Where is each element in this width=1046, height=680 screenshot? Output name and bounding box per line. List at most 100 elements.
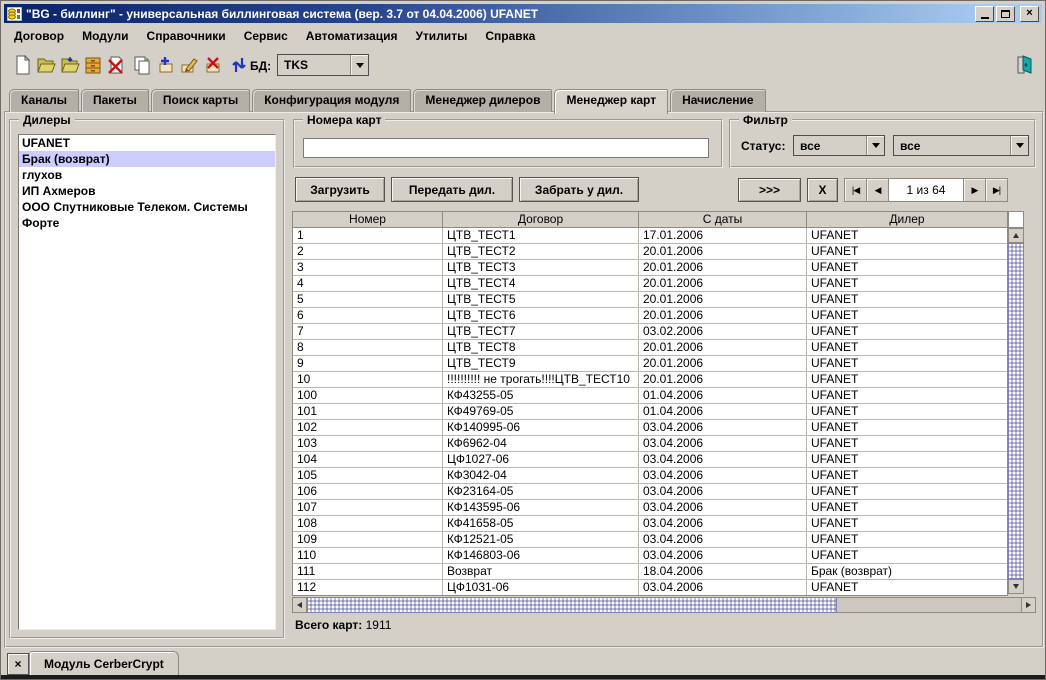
- cell-number: 3: [293, 260, 443, 276]
- table-row[interactable]: 5 ЦТВ_ТЕСТ5 20.01.2006 UFANET: [293, 292, 1007, 308]
- cell-contract: Возврат: [443, 564, 639, 580]
- status-combobox[interactable]: все: [793, 135, 885, 156]
- tab[interactable]: Конфигурация модуля: [252, 89, 411, 112]
- menu-item[interactable]: Справочники: [138, 26, 235, 47]
- minimize-button[interactable]: [975, 6, 994, 22]
- last-page-button[interactable]: ▶|: [986, 179, 1007, 201]
- close-icon: ×: [1026, 8, 1032, 19]
- card-file-icon[interactable]: [81, 53, 105, 77]
- table-row[interactable]: 7 ЦТВ_ТЕСТ7 03.02.2006 UFANET: [293, 324, 1007, 340]
- table-row[interactable]: 110 КФ146803-06 03.04.2006 UFANET: [293, 548, 1007, 564]
- tab[interactable]: Каналы: [9, 89, 79, 112]
- table-row[interactable]: 109 КФ12521-05 03.04.2006 UFANET: [293, 532, 1007, 548]
- table-row[interactable]: 105 КФ3042-04 03.04.2006 UFANET: [293, 468, 1007, 484]
- table-row[interactable]: 108 КФ41658-05 03.04.2006 UFANET: [293, 516, 1007, 532]
- column-header[interactable]: Дилер: [807, 212, 1007, 227]
- column-header[interactable]: Договор: [443, 212, 639, 227]
- delete-document-icon[interactable]: [104, 53, 128, 77]
- table-row[interactable]: 107 КФ143595-06 03.04.2006 UFANET: [293, 500, 1007, 516]
- dealer-list-item[interactable]: Брак (возврат): [19, 151, 275, 167]
- bottom-tab-bar: × Модуль CerberCrypt: [1, 649, 1045, 677]
- horizontal-scrollbar[interactable]: [292, 597, 1036, 613]
- expand-button[interactable]: >>>: [738, 178, 801, 202]
- dealer-list-item[interactable]: глухов: [19, 167, 275, 183]
- edit-card-icon[interactable]: [177, 53, 201, 77]
- app-icon[interactable]: [7, 7, 22, 21]
- menu-item[interactable]: Договор: [5, 26, 73, 47]
- menu-item[interactable]: Справка: [476, 26, 544, 47]
- table-row[interactable]: 112 ЦФ1031-06 03.04.2006 UFANET: [293, 580, 1007, 596]
- tab[interactable]: Начисление: [670, 89, 766, 112]
- copy-document-icon[interactable]: [130, 53, 154, 77]
- add-card-icon[interactable]: [154, 53, 178, 77]
- horizontal-scrollbar-thumb[interactable]: [307, 597, 837, 613]
- dealer-list-item[interactable]: UFANET: [19, 135, 275, 151]
- cell-dealer: UFANET: [807, 500, 1007, 516]
- table-row[interactable]: 4 ЦТВ_ТЕСТ4 20.01.2006 UFANET: [293, 276, 1007, 292]
- type-combobox[interactable]: все: [893, 135, 1029, 156]
- first-page-button[interactable]: |◀: [845, 179, 867, 201]
- cell-dealer: UFANET: [807, 244, 1007, 260]
- table-row[interactable]: 10 !!!!!!!!!! не трогать!!!!ЦТВ_ТЕСТ10 2…: [293, 372, 1007, 388]
- previous-page-button[interactable]: ◀: [867, 179, 889, 201]
- table-row[interactable]: 1 ЦТВ_ТЕСТ1 17.01.2006 UFANET: [293, 228, 1007, 244]
- tab[interactable]: Менеджер карт: [554, 89, 668, 114]
- module-close-button[interactable]: ×: [7, 653, 29, 675]
- table-row[interactable]: 9 ЦТВ_ТЕСТ9 20.01.2006 UFANET: [293, 356, 1007, 372]
- scroll-right-button[interactable]: [1021, 597, 1036, 613]
- table-row[interactable]: 6 ЦТВ_ТЕСТ6 20.01.2006 UFANET: [293, 308, 1007, 324]
- table-row[interactable]: 102 КФ140995-06 03.04.2006 UFANET: [293, 420, 1007, 436]
- filter-group-title: Фильтр: [739, 113, 792, 127]
- table-row[interactable]: 106 КФ23164-05 03.04.2006 UFANET: [293, 484, 1007, 500]
- vertical-scrollbar-thumb[interactable]: [1008, 243, 1024, 579]
- cell-dealer: UFANET: [807, 340, 1007, 356]
- cell-dealer: UFANET: [807, 228, 1007, 244]
- db-combobox[interactable]: TKS: [277, 54, 369, 76]
- next-page-button[interactable]: ▶: [964, 179, 986, 201]
- column-header[interactable]: Номер: [293, 212, 443, 227]
- scroll-left-button[interactable]: [292, 597, 307, 613]
- maximize-button[interactable]: [996, 6, 1015, 22]
- table-row[interactable]: 101 КФ49769-05 01.04.2006 UFANET: [293, 404, 1007, 420]
- table-row[interactable]: 111 Возврат 18.04.2006 Брак (возврат): [293, 564, 1007, 580]
- load-button[interactable]: Загрузить: [295, 177, 385, 202]
- status-label: Статус:: [741, 139, 785, 153]
- exit-icon[interactable]: [1013, 53, 1037, 77]
- new-document-icon[interactable]: [11, 53, 35, 77]
- table-row[interactable]: 3 ЦТВ_ТЕСТ3 20.01.2006 UFANET: [293, 260, 1007, 276]
- cell-date: 20.01.2006: [639, 356, 807, 372]
- tab[interactable]: Менеджер дилеров: [413, 89, 552, 112]
- transfer-to-dealer-button[interactable]: Передать дил.: [391, 177, 513, 202]
- column-header[interactable]: С даты: [639, 212, 807, 227]
- cell-contract: ЦТВ_ТЕСТ3: [443, 260, 639, 276]
- scroll-up-button[interactable]: [1008, 228, 1024, 243]
- menu-item[interactable]: Сервис: [235, 26, 297, 47]
- scroll-down-button[interactable]: [1008, 579, 1024, 594]
- menu-item[interactable]: Модули: [73, 26, 137, 47]
- take-from-dealer-button[interactable]: Забрать у дил.: [519, 177, 639, 202]
- card-numbers-input[interactable]: [303, 138, 709, 158]
- page-indicator[interactable]: 1 из 64: [889, 179, 964, 201]
- card-numbers-group-title: Номера карт: [303, 113, 385, 127]
- dealer-list-item[interactable]: ИП Ахмеров: [19, 183, 275, 199]
- table-row[interactable]: 103 КФ6962-04 03.04.2006 UFANET: [293, 436, 1007, 452]
- refresh-icon[interactable]: [227, 53, 251, 77]
- dealer-list-item[interactable]: ООО Спутниковые Телеком. Системы: [19, 199, 275, 215]
- vertical-scrollbar[interactable]: [1008, 228, 1024, 594]
- menu-bar: ДоговорМодулиСправочникиСервисАвтоматиза…: [5, 26, 544, 47]
- import-folder-icon[interactable]: [58, 53, 82, 77]
- table-row[interactable]: 104 ЦФ1027-06 03.04.2006 UFANET: [293, 452, 1007, 468]
- clear-button[interactable]: X: [807, 178, 838, 202]
- open-folder-icon[interactable]: [34, 53, 58, 77]
- close-button[interactable]: ×: [1020, 6, 1039, 22]
- tab[interactable]: Поиск карты: [151, 89, 250, 112]
- remove-card-icon[interactable]: [201, 53, 225, 77]
- dealer-list-item[interactable]: Форте: [19, 215, 275, 231]
- table-row[interactable]: 8 ЦТВ_ТЕСТ8 20.01.2006 UFANET: [293, 340, 1007, 356]
- table-row[interactable]: 2 ЦТВ_ТЕСТ2 20.01.2006 UFANET: [293, 244, 1007, 260]
- menu-item[interactable]: Утилиты: [406, 26, 476, 47]
- menu-item[interactable]: Автоматизация: [297, 26, 407, 47]
- module-tab[interactable]: Модуль CerberCrypt: [29, 651, 179, 677]
- table-row[interactable]: 100 КФ43255-05 01.04.2006 UFANET: [293, 388, 1007, 404]
- tab[interactable]: Пакеты: [81, 89, 149, 112]
